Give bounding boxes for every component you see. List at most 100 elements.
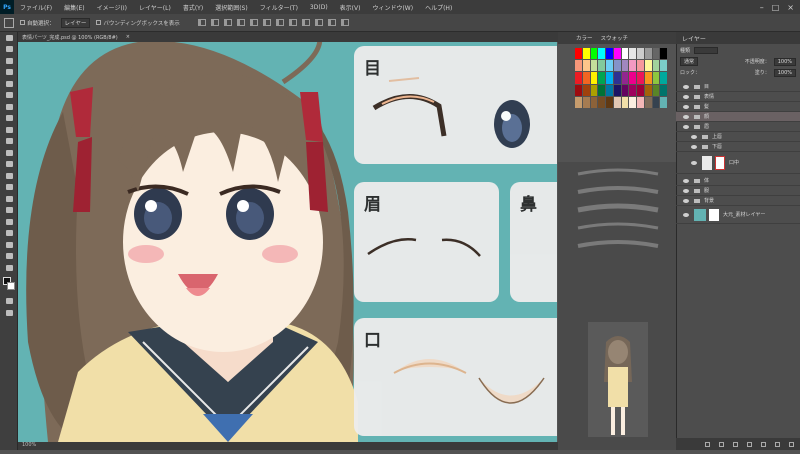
align-middle-icon[interactable]	[249, 19, 258, 26]
lasso-tool[interactable]	[0, 55, 18, 67]
swatch-chip[interactable]	[621, 96, 629, 108]
close-button[interactable]: ×	[787, 3, 794, 12]
layer-row[interactable]: 口中	[676, 152, 800, 174]
layer-row[interactable]: 上唇	[676, 132, 800, 142]
swatch-chip[interactable]	[652, 96, 660, 108]
trash-icon[interactable]	[789, 441, 794, 447]
brush-tool[interactable]	[0, 113, 18, 125]
swatch-chip[interactable]	[621, 72, 629, 84]
eye-icon[interactable]	[683, 124, 689, 129]
maximize-button[interactable]: □	[772, 3, 780, 12]
eye-icon[interactable]	[683, 84, 689, 89]
swatch-chip[interactable]	[660, 96, 667, 108]
swatch-chip[interactable]	[582, 48, 590, 60]
swatch-chip[interactable]	[598, 84, 605, 96]
swatch-chip[interactable]	[575, 48, 582, 60]
swatch-chip[interactable]	[590, 84, 598, 96]
screen-mode-button[interactable]	[0, 307, 18, 319]
layer-row[interactable]: 背景	[676, 196, 800, 206]
swatch-chip[interactable]	[575, 96, 582, 108]
document-canvas[interactable]: 目 眉 鼻 口	[18, 42, 557, 442]
auto-select-checkbox[interactable]: 自動選択：	[20, 19, 55, 27]
adjustment-layer-icon[interactable]	[747, 441, 752, 447]
swatch-chip[interactable]	[629, 96, 636, 108]
opacity-input[interactable]: 100%	[773, 57, 796, 66]
eraser-tool[interactable]	[0, 147, 18, 159]
align-left-icon[interactable]	[197, 19, 206, 26]
swatch-chip[interactable]	[629, 72, 636, 84]
swatch-chip[interactable]	[660, 84, 667, 96]
swatch-chip[interactable]	[575, 84, 582, 96]
blur-tool[interactable]	[0, 170, 18, 182]
swatch-chip[interactable]	[652, 84, 660, 96]
align-right-icon[interactable]	[223, 19, 232, 26]
swatch-chip[interactable]	[590, 48, 598, 60]
swatch-chip[interactable]	[644, 84, 652, 96]
swatch-chip[interactable]	[621, 84, 629, 96]
swatch-chip[interactable]	[652, 72, 660, 84]
layer-row[interactable]: 目	[676, 82, 800, 92]
swatch-chip[interactable]	[660, 48, 667, 60]
move-tool-icon[interactable]	[4, 17, 14, 28]
nose-card[interactable]: 鼻	[510, 182, 557, 302]
eye-icon[interactable]	[691, 134, 697, 139]
tab-swatches[interactable]: スウォッチ	[601, 34, 629, 42]
swatch-chip[interactable]	[598, 72, 605, 84]
menu-filter[interactable]: フィルター(T)	[260, 3, 298, 12]
tab-layers[interactable]: レイヤー	[682, 34, 706, 43]
swatch-chip[interactable]	[652, 48, 660, 60]
distribute-left-icon[interactable]	[314, 19, 323, 26]
layer-row[interactable]: 下唇	[676, 142, 800, 152]
eye-icon[interactable]	[683, 178, 689, 183]
align-top-icon[interactable]	[236, 19, 245, 26]
swatch-chip[interactable]	[613, 72, 621, 84]
swatch-chip[interactable]	[637, 60, 644, 72]
auto-select-dropdown[interactable]: レイヤー	[60, 17, 91, 28]
healing-tool[interactable]	[0, 101, 18, 113]
mouth-card[interactable]: 口	[354, 318, 557, 436]
crop-tool[interactable]	[0, 78, 18, 90]
path-select-tool[interactable]	[0, 216, 18, 228]
menu-help[interactable]: ヘルプ(H)	[425, 3, 452, 12]
swatch-chip[interactable]	[582, 84, 590, 96]
eye-icon[interactable]	[683, 104, 689, 109]
swatch-chip[interactable]	[606, 96, 613, 108]
menu-select[interactable]: 選択範囲(S)	[215, 3, 248, 12]
layer-row-selected[interactable]: 顔	[676, 112, 800, 122]
menu-edit[interactable]: 編集(E)	[64, 3, 84, 12]
add-mask-icon[interactable]	[733, 441, 738, 447]
swatch-chip[interactable]	[644, 60, 652, 72]
brows-card[interactable]: 眉	[354, 182, 499, 302]
minimize-button[interactable]: –	[760, 3, 764, 12]
swatch-chip[interactable]	[590, 72, 598, 84]
eye-icon[interactable]	[683, 198, 689, 203]
swatch-chip[interactable]	[575, 72, 582, 84]
menu-3d[interactable]: 3D(D)	[310, 4, 328, 11]
align-center-icon[interactable]	[210, 19, 219, 26]
swatch-chip[interactable]	[644, 48, 652, 60]
color-swatches[interactable]	[0, 274, 17, 296]
eye-icon[interactable]	[691, 160, 697, 165]
document-tab[interactable]: 表情パーツ_完成.psd @ 100% (RGB/8#) ×	[18, 32, 558, 42]
zoom-tool[interactable]	[0, 251, 18, 263]
history-brush-tool[interactable]	[0, 136, 18, 148]
menu-view[interactable]: 表示(V)	[340, 3, 361, 12]
eye-icon[interactable]	[683, 94, 689, 99]
eye-icon[interactable]	[683, 188, 689, 193]
swatch-chip[interactable]	[613, 84, 621, 96]
distribute-middle-icon[interactable]	[288, 19, 297, 26]
layer-row[interactable]: 表情	[676, 92, 800, 102]
eyes-card[interactable]: 目	[354, 46, 557, 164]
fill-input[interactable]: 100%	[773, 68, 796, 77]
navigator-panel[interactable]	[558, 312, 676, 450]
layer-row[interactable]: 眉	[676, 122, 800, 132]
swatch-chip[interactable]	[637, 48, 644, 60]
swatch-chip[interactable]	[606, 48, 613, 60]
move-tool[interactable]	[0, 32, 18, 44]
new-layer-icon[interactable]	[775, 441, 780, 447]
eye-icon[interactable]	[683, 114, 689, 119]
swatch-chip[interactable]	[629, 84, 636, 96]
layers-panel-tab[interactable]: レイヤー	[676, 32, 800, 44]
quick-mask-button[interactable]	[0, 296, 18, 308]
swatch-chip[interactable]	[644, 72, 652, 84]
